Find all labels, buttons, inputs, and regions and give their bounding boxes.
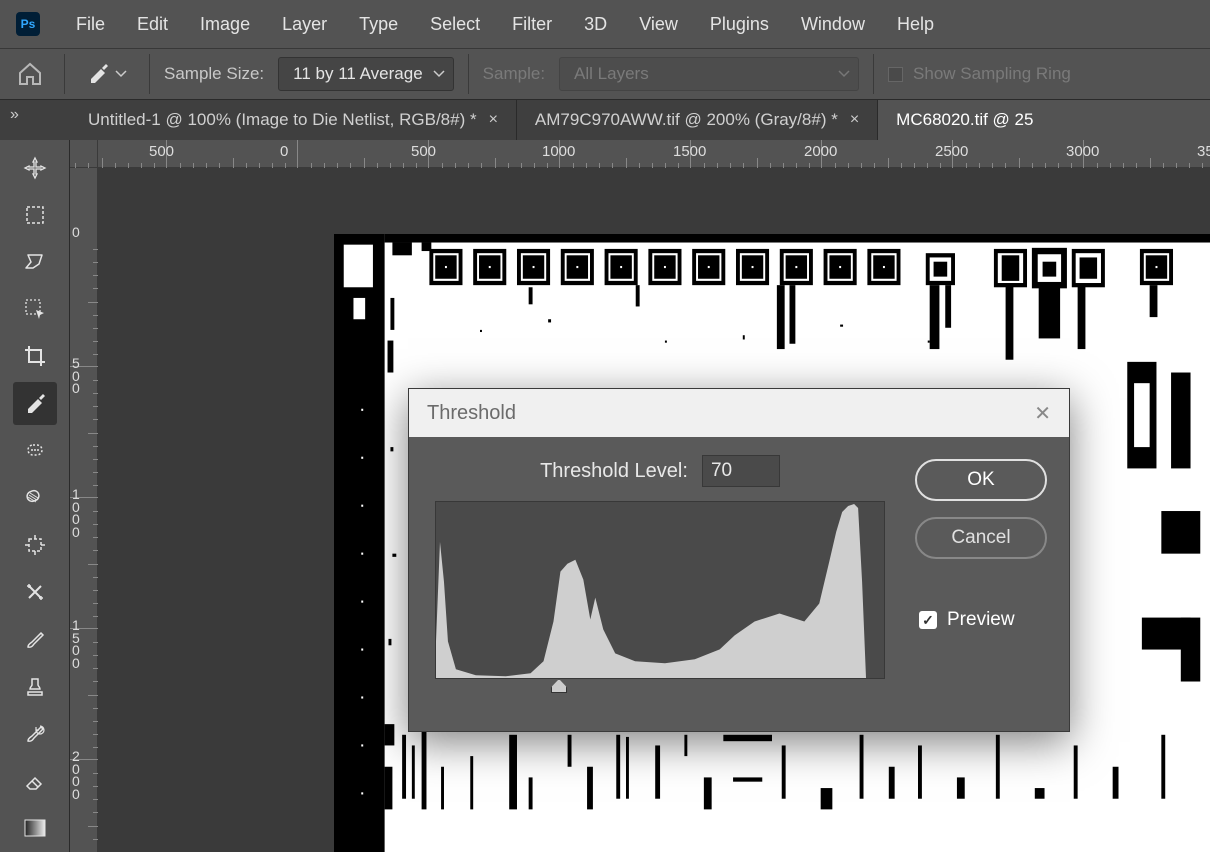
crop-tool[interactable] <box>13 335 57 378</box>
show-sampling-ring-label: Show Sampling Ring <box>913 64 1071 84</box>
healing-brush-tool[interactable] <box>13 429 57 472</box>
eyedropper-icon <box>87 61 109 87</box>
eyedropper-tool[interactable] <box>13 382 57 425</box>
document-tab-label: Untitled-1 @ 100% (Image to Die Netlist,… <box>88 110 477 130</box>
ruler-vertical[interactable]: 0500100015002000 <box>70 168 98 852</box>
divider <box>64 54 65 94</box>
menu-plugins[interactable]: Plugins <box>694 8 785 41</box>
history-brush-tool[interactable] <box>13 712 57 755</box>
stamp-tool[interactable] <box>13 665 57 708</box>
sample-value: All Layers <box>574 64 649 83</box>
ruler-horizontal[interactable]: 50005001000150020002500300035 <box>98 140 1210 168</box>
close-icon[interactable]: ✕ <box>1034 401 1051 426</box>
chevron-down-icon <box>838 70 850 78</box>
swap-tool[interactable] <box>13 571 57 614</box>
clone-brush-tool[interactable] <box>13 476 57 519</box>
menu-filter[interactable]: Filter <box>496 8 568 41</box>
menu-view[interactable]: View <box>623 8 694 41</box>
sample-size-dropdown[interactable]: 11 by 11 Average <box>278 57 454 91</box>
sample-size-label: Sample Size: <box>164 64 264 84</box>
brush-tool[interactable] <box>13 618 57 661</box>
menu-file[interactable]: File <box>60 8 121 41</box>
sample-label: Sample: <box>483 64 545 84</box>
app-logo: Ps <box>16 12 40 36</box>
gradient-tool[interactable] <box>13 807 57 850</box>
preview-checkbox[interactable]: ✓ <box>919 611 937 629</box>
document-tab[interactable]: Untitled-1 @ 100% (Image to Die Netlist,… <box>70 100 517 140</box>
home-button[interactable] <box>10 56 50 92</box>
divider <box>149 54 150 94</box>
document-tab[interactable]: AM79C970AWW.tif @ 200% (Gray/8#) * × <box>517 100 878 140</box>
document-tab-label: MC68020.tif @ 25 <box>896 110 1033 130</box>
chip-tool[interactable] <box>13 524 57 567</box>
menu-image[interactable]: Image <box>184 8 266 41</box>
dialog-titlebar[interactable]: Threshold ✕ <box>409 389 1069 437</box>
histogram <box>435 501 885 679</box>
marquee-tool[interactable] <box>13 193 57 236</box>
menu-bar: Ps File Edit Image Layer Type Select Fil… <box>0 0 1210 48</box>
menu-edit[interactable]: Edit <box>121 8 184 41</box>
divider <box>468 54 469 94</box>
divider <box>873 54 874 94</box>
menu-select[interactable]: Select <box>414 8 496 41</box>
preview-label: Preview <box>947 609 1015 631</box>
threshold-level-label: Threshold Level: <box>540 460 688 483</box>
sample-size-value: 11 by 11 Average <box>293 64 423 83</box>
menu-layer[interactable]: Layer <box>266 8 343 41</box>
lasso-tool[interactable] <box>13 240 57 283</box>
threshold-dialog: Threshold ✕ Threshold Level: OK Canc <box>408 388 1070 732</box>
options-bar: Sample Size: 11 by 11 Average Sample: Al… <box>0 48 1210 100</box>
close-icon[interactable]: × <box>489 111 498 129</box>
checkbox <box>888 67 903 82</box>
chevron-down-icon <box>115 70 127 78</box>
menu-3d[interactable]: 3D <box>568 8 623 41</box>
document-tab[interactable]: MC68020.tif @ 25 <box>878 100 1210 140</box>
toolbox <box>0 140 70 852</box>
expand-panels-button[interactable]: » <box>0 100 70 140</box>
cancel-button[interactable]: Cancel <box>915 517 1047 559</box>
quick-select-tool[interactable] <box>13 288 57 331</box>
document-tabs-wrap: » Untitled-1 @ 100% (Image to Die Netlis… <box>0 100 1210 140</box>
move-tool[interactable] <box>13 146 57 189</box>
sample-dropdown: All Layers <box>559 57 859 91</box>
document-tab-label: AM79C970AWW.tif @ 200% (Gray/8#) * <box>535 110 838 130</box>
eraser-tool[interactable] <box>13 760 57 803</box>
threshold-slider[interactable] <box>435 679 885 699</box>
show-sampling-ring: Show Sampling Ring <box>888 64 1071 84</box>
close-icon[interactable]: × <box>850 111 859 129</box>
menu-help[interactable]: Help <box>881 8 950 41</box>
document-tabs: Untitled-1 @ 100% (Image to Die Netlist,… <box>70 100 1210 140</box>
chevron-down-icon <box>433 70 445 78</box>
threshold-slider-thumb[interactable] <box>551 679 567 693</box>
current-tool-dropdown[interactable] <box>79 59 135 89</box>
menu-window[interactable]: Window <box>785 8 881 41</box>
menu-type[interactable]: Type <box>343 8 414 41</box>
threshold-level-input[interactable] <box>702 455 780 487</box>
ok-button[interactable]: OK <box>915 459 1047 501</box>
dialog-title-text: Threshold <box>427 402 516 425</box>
